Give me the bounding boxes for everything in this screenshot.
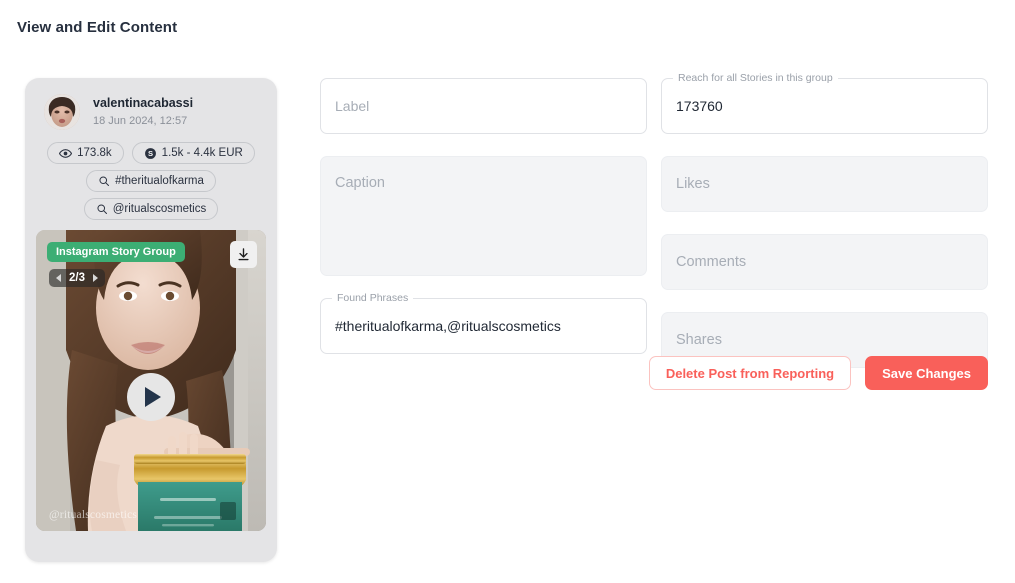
play-icon: [145, 387, 161, 407]
found-phrases-label: Found Phrases: [332, 292, 414, 305]
comments-field[interactable]: Comments: [661, 234, 988, 290]
chip-mention-label: @ritualscosmetics: [112, 203, 207, 215]
download-icon: [238, 248, 249, 261]
post-author-header: valentinacabassi 18 Jun 2024, 12:57: [25, 78, 277, 130]
likes-field[interactable]: Likes: [661, 156, 988, 212]
reach-field[interactable]: Reach for all Stories in this group 1737…: [661, 72, 988, 134]
story-pager[interactable]: 2/3: [49, 269, 105, 287]
media-watermark: @ritualscosmetics: [49, 509, 138, 521]
label-field[interactable]: Label: [320, 78, 647, 134]
chip-row-mention: @ritualscosmetics: [37, 198, 265, 220]
chip-hashtag: #theritualofkarma: [86, 170, 216, 192]
view-and-edit-content-page: View and Edit Content valentinacabassi 1…: [0, 0, 1015, 583]
found-phrases-value: #theritualofkarma,@ritualscosmetics: [335, 318, 561, 334]
chip-mention: @ritualscosmetics: [83, 198, 219, 220]
chip-row-metrics: 173.8k S 1.5k - 4.4k EUR: [37, 142, 265, 164]
chevron-left-icon[interactable]: [56, 274, 61, 282]
play-button[interactable]: [127, 373, 175, 421]
chip-hashtag-label: #theritualofkarma: [115, 175, 204, 187]
dollar-circle-icon: S: [144, 147, 156, 159]
reach-field-value: 173760: [676, 98, 723, 114]
save-changes-button[interactable]: Save Changes: [865, 356, 988, 390]
delete-post-button[interactable]: Delete Post from Reporting: [648, 356, 852, 390]
shares-field-placeholder: Shares: [676, 332, 722, 348]
found-phrases-field[interactable]: Found Phrases #theritualofkarma,@rituals…: [320, 292, 647, 354]
caption-field[interactable]: Caption: [320, 156, 647, 276]
form-actions: Delete Post from Reporting Save Changes: [648, 356, 988, 390]
form-column-right: Reach for all Stories in this group 1737…: [661, 72, 988, 390]
post-metrics-chips: 173.8k S 1.5k - 4.4k EUR #theritualofkar…: [25, 130, 277, 220]
reach-field-label: Reach for all Stories in this group: [673, 72, 838, 85]
chip-row-hashtag: #theritualofkarma: [37, 170, 265, 192]
story-pager-count: 2/3: [69, 272, 85, 284]
comments-field-placeholder: Comments: [676, 254, 747, 270]
chip-impressions: 173.8k: [47, 142, 124, 164]
avatar: [44, 94, 80, 130]
post-preview-card: valentinacabassi 18 Jun 2024, 12:57 173.…: [25, 78, 277, 562]
likes-field-placeholder: Likes: [676, 176, 710, 192]
svg-text:S: S: [148, 149, 153, 158]
chip-value-label: 1.5k - 4.4k EUR: [161, 147, 243, 159]
label-field-placeholder: Label: [335, 98, 370, 114]
search-icon: [97, 204, 107, 214]
user-avatar-image: [44, 94, 80, 130]
chip-impressions-label: 173.8k: [77, 147, 112, 159]
download-button[interactable]: [230, 241, 257, 268]
chip-value: S 1.5k - 4.4k EUR: [131, 142, 255, 164]
eye-icon: [59, 148, 73, 158]
post-timestamp: 18 Jun 2024, 12:57: [93, 114, 188, 127]
post-media-preview[interactable]: Instagram Story Group 2/3 @ritualscosmet…: [36, 230, 266, 531]
story-group-badge: Instagram Story Group: [47, 242, 185, 262]
author-handle: valentinacabassi: [93, 95, 194, 110]
search-icon: [99, 176, 110, 186]
chevron-right-icon[interactable]: [93, 274, 98, 282]
author-meta: valentinacabassi 18 Jun 2024, 12:57: [93, 96, 193, 129]
form-column-left: Label Caption Found Phrases #theritualof…: [320, 78, 647, 376]
page-title: View and Edit Content: [17, 19, 178, 36]
caption-field-placeholder: Caption: [335, 175, 385, 191]
